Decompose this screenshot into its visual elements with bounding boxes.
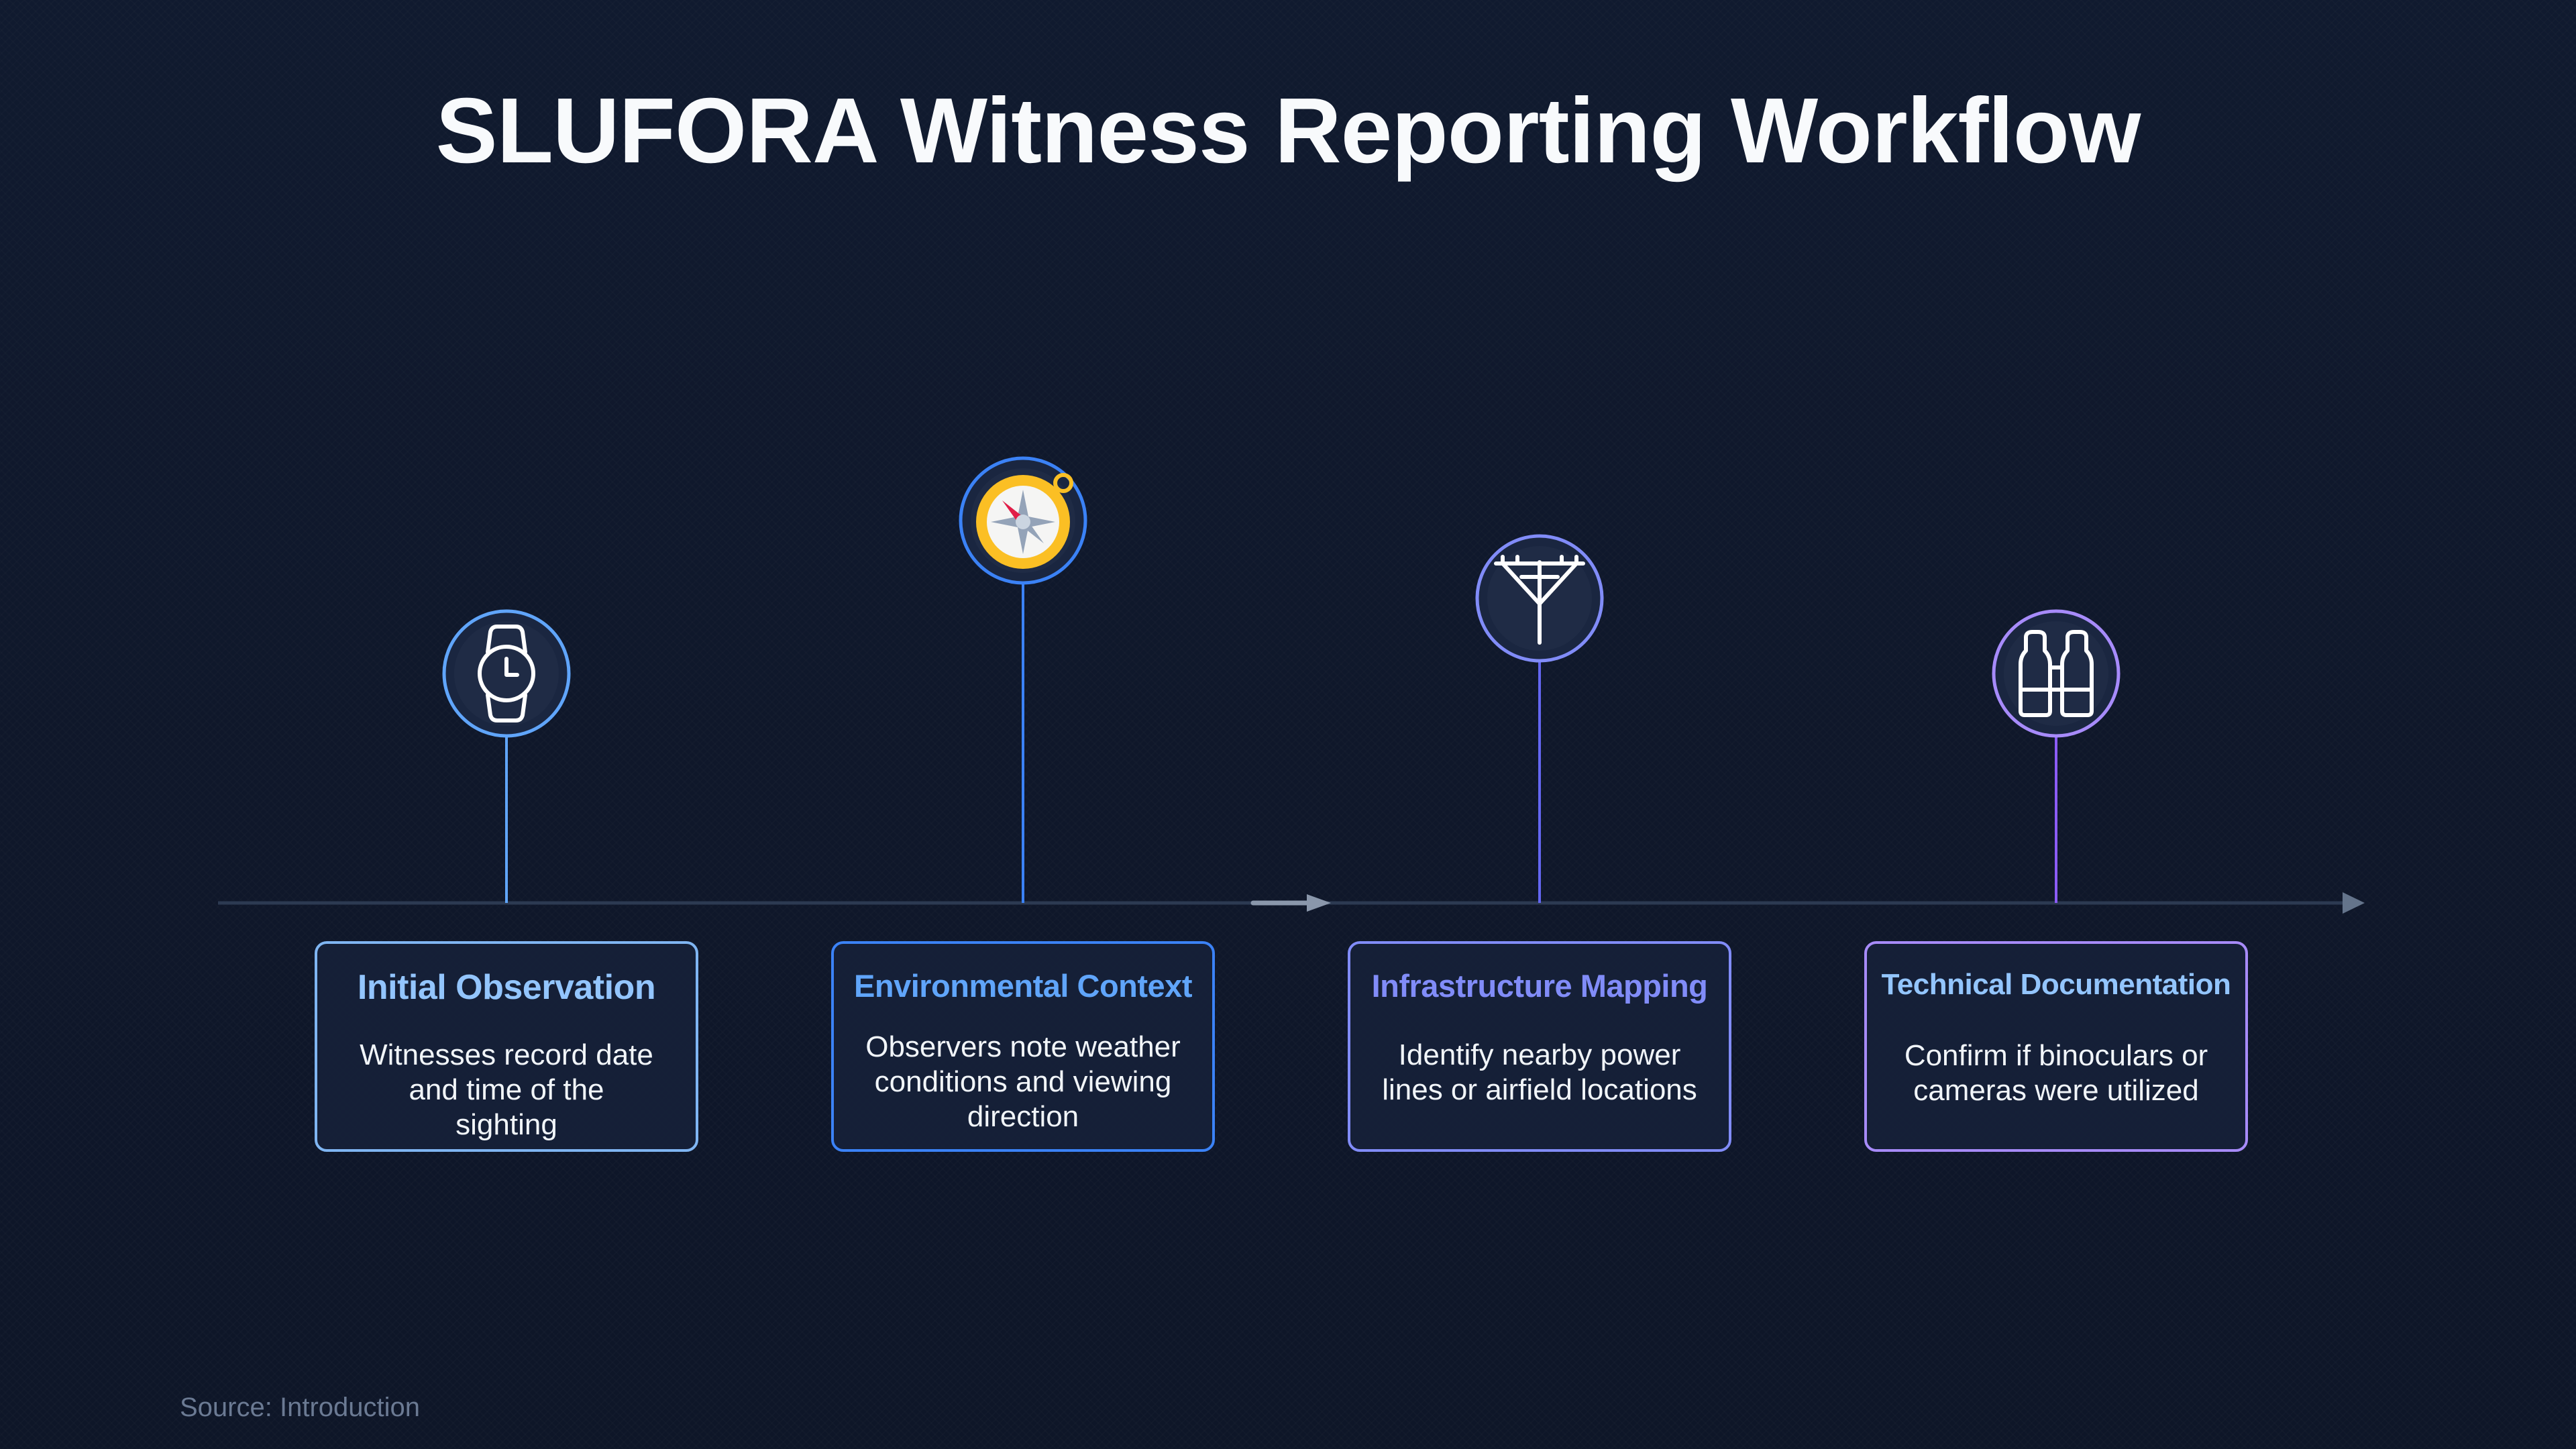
step-1-title: Initial Observation <box>357 968 656 1007</box>
step-1-description: Witnesses record date and time of the si… <box>360 1038 653 1141</box>
step-2-card: Environmental Context Observers note wea… <box>831 941 1215 1152</box>
step-4-title: Technical Documentation <box>1881 968 2231 1001</box>
step-4-description: Confirm if binoculars or cameras were ut… <box>1904 1038 2208 1107</box>
step-1-card: Initial Observation Witnesses record dat… <box>315 941 698 1152</box>
step-4-card: Technical Documentation Confirm if binoc… <box>1864 941 2248 1152</box>
step-4-node <box>1992 609 2121 738</box>
timeline-mid-arrow <box>1250 894 1331 912</box>
step-3-node <box>1475 534 1604 663</box>
step-3-description: Identify nearby power lines or airfield … <box>1382 1038 1697 1106</box>
step-2-title: Environmental Context <box>854 968 1192 1004</box>
step-1-node <box>442 609 571 738</box>
step-3-card: Infrastructure Mapping Identify nearby p… <box>1348 941 1731 1152</box>
timeline-end-arrow <box>2343 892 2365 914</box>
workflow-diagram <box>218 456 2365 914</box>
step-3-title: Infrastructure Mapping <box>1371 968 1708 1004</box>
source-note: Source: Introduction <box>180 1393 420 1422</box>
step-2-description: Observers note weather conditions and vi… <box>865 1030 1181 1133</box>
step-2-node <box>959 456 1087 585</box>
